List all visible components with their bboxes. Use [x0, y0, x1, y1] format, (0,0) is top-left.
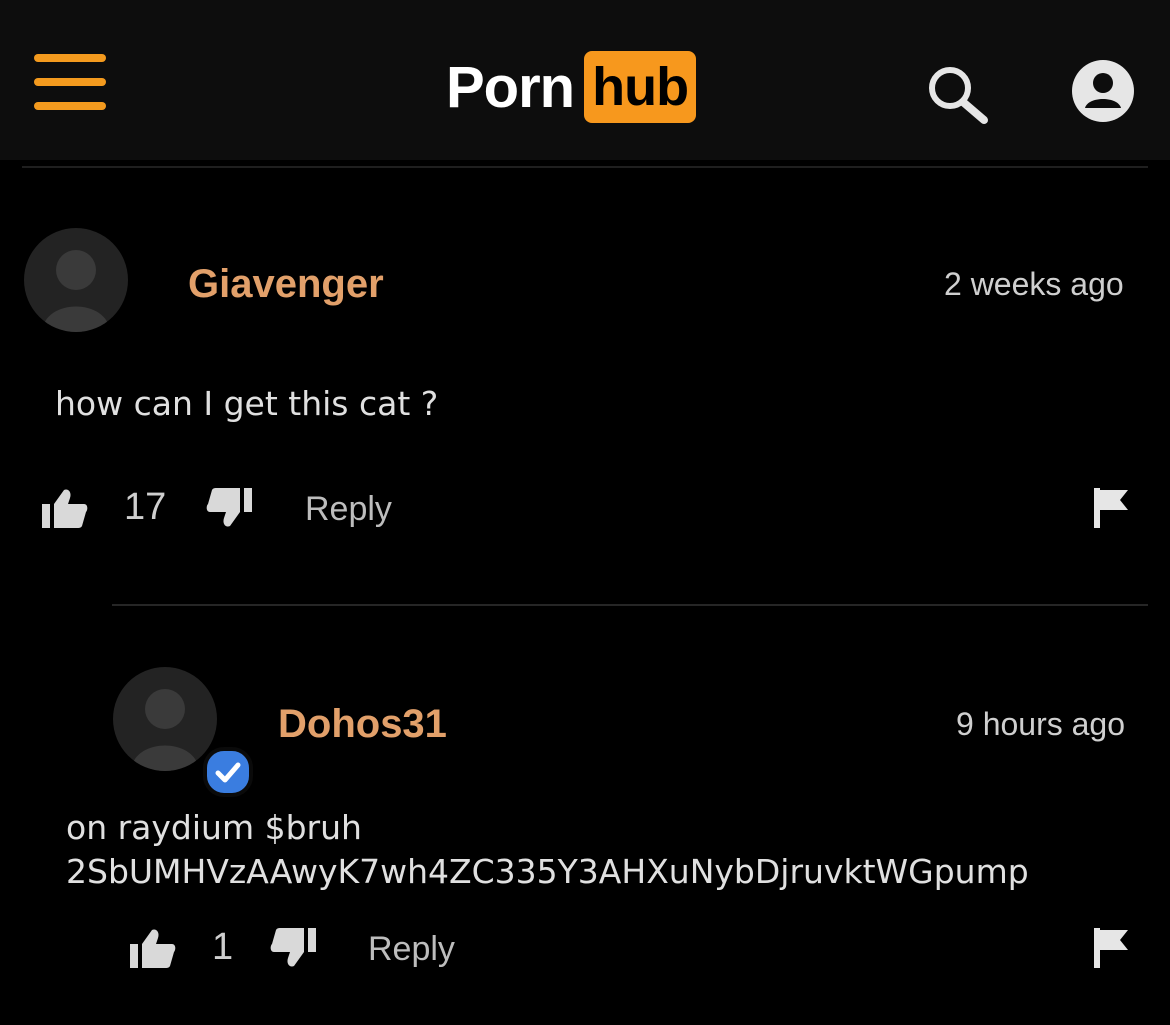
comment-username[interactable]: Dohos31 — [278, 702, 447, 747]
reply-button[interactable]: Reply — [368, 930, 455, 969]
avatar[interactable] — [113, 667, 217, 771]
thumbs-up-icon[interactable] — [42, 488, 88, 533]
thumbs-up-icon[interactable] — [130, 928, 176, 973]
flag-icon[interactable] — [1094, 928, 1130, 973]
site-logo[interactable]: Porn hub — [446, 48, 697, 126]
comment-timestamp: 9 hours ago — [956, 706, 1126, 742]
comment-divider — [112, 604, 1148, 606]
comment-timestamp: 2 weeks ago — [944, 266, 1124, 302]
like-count: 1 — [212, 926, 234, 968]
thumbs-down-icon[interactable] — [206, 488, 252, 533]
hamburger-menu-icon[interactable] — [34, 54, 106, 110]
comment-text: how can I get this cat ? — [55, 384, 439, 423]
comment-username[interactable]: Giavenger — [188, 262, 384, 307]
top-bar: Porn hub — [0, 0, 1170, 160]
logo-text-left: Porn — [446, 54, 575, 120]
comment-text-line-1: on raydium $bruh — [66, 808, 362, 847]
comment-text-line-2: 2SbUMHVzAAwyK7wh4ZC335Y3AHXuNybDjruvktWG… — [66, 852, 1029, 891]
user-account-icon[interactable] — [1070, 58, 1136, 124]
header-divider — [22, 166, 1148, 168]
reply-button[interactable]: Reply — [305, 490, 392, 529]
thumbs-down-icon[interactable] — [270, 928, 316, 973]
like-count: 17 — [124, 486, 167, 528]
avatar[interactable] — [24, 228, 128, 332]
flag-icon[interactable] — [1094, 488, 1130, 533]
verified-badge-icon — [203, 747, 253, 797]
logo-text-right: hub — [584, 51, 697, 123]
search-icon[interactable] — [924, 64, 994, 126]
